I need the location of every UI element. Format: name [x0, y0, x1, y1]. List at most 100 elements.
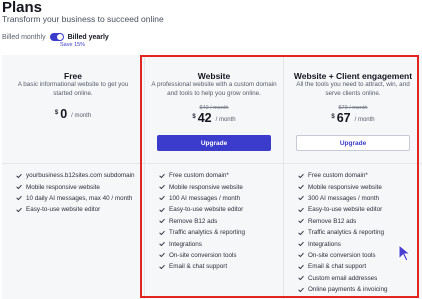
- feature-label: Integrations: [308, 240, 341, 248]
- feature-label: Remove B12 ads: [169, 217, 218, 225]
- plan-name: Website: [197, 71, 231, 81]
- feature-item: Easy-to-use website editor: [16, 204, 140, 215]
- check-icon: [16, 173, 22, 178]
- divider: [145, 163, 283, 164]
- page-subtitle: Transform your business to succeed onlin…: [2, 14, 164, 24]
- check-icon: [16, 196, 22, 201]
- feature-label: Custom email addresses: [308, 274, 378, 282]
- plan-price: $ 0 / month: [2, 108, 144, 121]
- feature-label: Mobile responsive website: [308, 183, 382, 191]
- check-icon: [298, 287, 304, 292]
- divider: [284, 163, 422, 164]
- feature-item: 10 daily AI messages, max 40 / month: [16, 193, 140, 204]
- feature-label: Mobile responsive website: [26, 183, 100, 191]
- feature-item: Email & chat support: [298, 261, 418, 272]
- feature-item: Custom email addresses: [298, 273, 418, 284]
- feature-label: Free custom domain*: [308, 172, 368, 180]
- price-value: 0: [60, 107, 68, 121]
- feature-label: Easy-to-use website editor: [308, 206, 383, 214]
- check-icon: [298, 241, 304, 247]
- feature-item: 100 AI messages / month: [159, 193, 279, 204]
- feature-item: Easy-to-use website editor: [298, 204, 418, 215]
- check-icon: [16, 185, 22, 190]
- billing-yearly-label[interactable]: Billed yearly: [68, 34, 109, 41]
- check-icon: [298, 207, 304, 212]
- plans-panel: Free A basic informational website to ge…: [2, 55, 422, 299]
- feature-label: Free custom domain*: [169, 172, 229, 180]
- feature-label: yourbusiness.b12sites.com subdomain: [26, 172, 135, 180]
- feature-item: Mobile responsive website: [16, 181, 140, 192]
- plan-price: $ 67 / month: [284, 112, 422, 125]
- check-icon: [159, 253, 165, 258]
- feature-item: Remove B12 ads: [159, 216, 279, 227]
- plan-card-website: Website A professional website with a cu…: [144, 55, 283, 299]
- feature-label: On-site conversion tools: [169, 251, 237, 259]
- feature-item: On-site conversion tools: [159, 250, 279, 261]
- feature-item: Remove B12 ads: [298, 216, 418, 227]
- check-icon: [298, 196, 304, 201]
- original-price: $79 / month: [338, 105, 368, 111]
- feature-item: 300 AI messages / month: [298, 193, 418, 204]
- upgrade-button-website[interactable]: Upgrade: [157, 135, 271, 151]
- feature-label: Mobile responsive website: [169, 183, 243, 191]
- billing-monthly-label[interactable]: Billed monthly: [2, 34, 46, 41]
- price-currency: $: [331, 114, 335, 120]
- feature-label: 10 daily AI messages, max 40 / month: [26, 194, 133, 202]
- upgrade-button-client-engagement[interactable]: Upgrade: [296, 135, 410, 151]
- feature-item: Traffic analytics & reporting: [298, 227, 418, 238]
- check-icon: [159, 185, 165, 190]
- billing-toggle-row: Billed monthly Billed yearly: [2, 33, 109, 41]
- check-icon: [159, 207, 165, 212]
- divider: [2, 163, 144, 164]
- check-icon: [298, 264, 304, 269]
- plan-card-client-engagement: Website + Client engagement All the tool…: [283, 55, 422, 299]
- mouse-cursor-icon: [398, 244, 412, 262]
- plan-description: A basic informational website to get you…: [17, 81, 129, 97]
- check-icon: [298, 230, 304, 235]
- check-icon: [298, 185, 304, 190]
- check-icon: [159, 219, 165, 224]
- plan-card-free: Free A basic informational website to ge…: [2, 55, 144, 299]
- billing-toggle[interactable]: [49, 33, 64, 41]
- check-icon: [298, 276, 304, 281]
- price-period: / month: [354, 117, 375, 123]
- original-price: $49 / month: [199, 105, 229, 111]
- feature-item: Mobile responsive website: [298, 181, 418, 192]
- check-icon: [298, 173, 304, 178]
- feature-label: Integrations: [169, 240, 202, 248]
- feature-label: 300 AI messages / month: [308, 194, 380, 202]
- check-icon: [159, 173, 165, 178]
- feature-label: Easy-to-use website editor: [169, 206, 244, 214]
- price-currency: $: [192, 114, 196, 120]
- check-icon: [159, 241, 165, 247]
- feature-item: Traffic analytics & reporting: [159, 227, 279, 238]
- plan-name: Free: [64, 71, 82, 81]
- toggle-knob: [56, 34, 63, 40]
- check-icon: [159, 230, 165, 235]
- feature-list: Free custom domain* Mobile responsive web…: [298, 170, 418, 295]
- feature-item: Free custom domain*: [298, 170, 418, 181]
- feature-item: Integrations: [159, 238, 279, 249]
- feature-label: 100 AI messages / month: [169, 194, 241, 202]
- plan-description: A professional website with a custom dom…: [151, 81, 277, 97]
- price-value: 42: [197, 111, 212, 125]
- plan-description: All the tools you need to attract, win, …: [296, 81, 410, 97]
- feature-label: Email & chat support: [308, 263, 367, 271]
- feature-item: Free custom domain*: [159, 170, 279, 181]
- feature-label: Email & chat support: [169, 263, 228, 271]
- price-currency: $: [54, 110, 59, 116]
- plan-name: Website + Client engagement: [293, 71, 413, 81]
- feature-label: Traffic analytics & reporting: [308, 229, 384, 237]
- price-value: 67: [336, 111, 351, 125]
- plan-price: $ 42 / month: [145, 112, 283, 125]
- feature-label: Online payments & invoicing: [308, 286, 388, 294]
- feature-label: Easy-to-use website editor: [26, 206, 101, 214]
- check-icon: [159, 264, 165, 269]
- save-badge: Save 15%: [60, 42, 86, 48]
- feature-list: yourbusiness.b12sites.com subdomain Mobil…: [16, 170, 140, 216]
- feature-list: Free custom domain* Mobile responsive web…: [159, 170, 279, 273]
- feature-item: Online payments & invoicing: [298, 284, 418, 295]
- price-period: / month: [71, 113, 92, 119]
- check-icon: [298, 219, 304, 224]
- feature-label: On-site conversion tools: [308, 251, 376, 259]
